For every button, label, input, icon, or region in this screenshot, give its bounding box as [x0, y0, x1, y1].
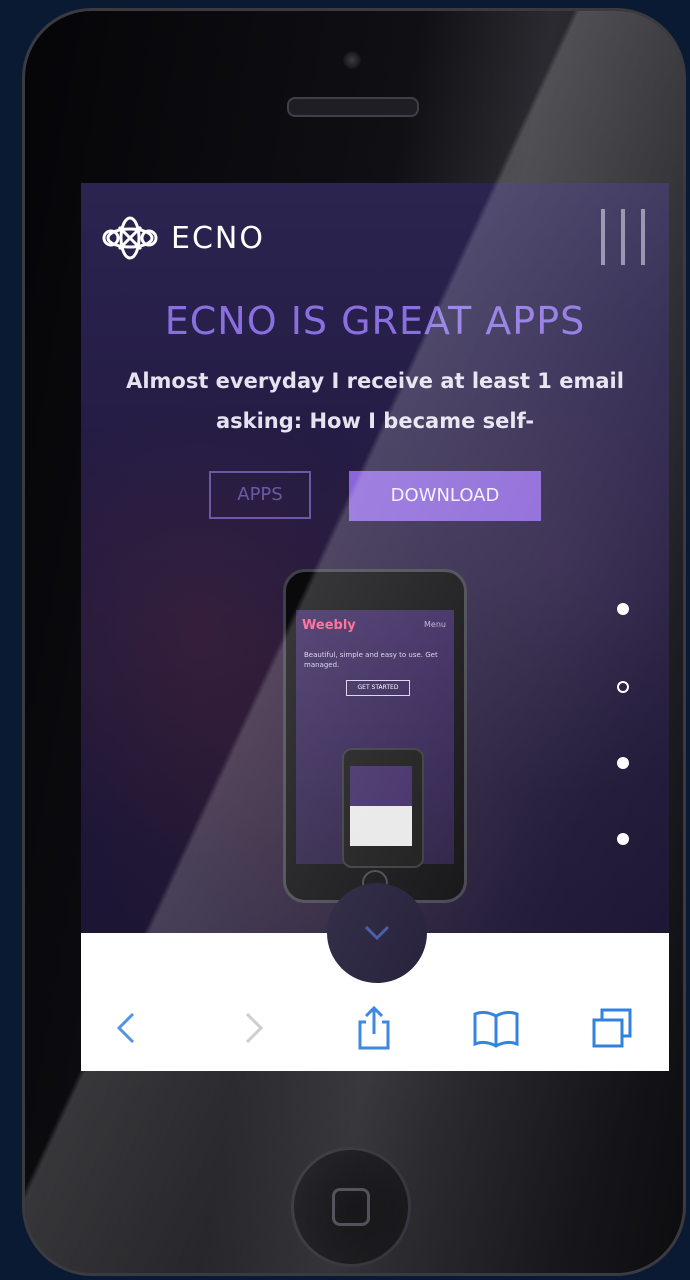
home-button[interactable] [291, 1147, 411, 1267]
nested-phone-image [342, 748, 424, 868]
earpiece-speaker [287, 97, 419, 117]
forward-icon[interactable] [229, 1003, 279, 1053]
hero-body: Almost everyday I receive at least 1 ema… [126, 369, 624, 433]
home-square-icon [332, 1188, 370, 1226]
apps-button[interactable]: APPS [209, 471, 311, 519]
knot-logo-icon [102, 216, 158, 260]
preview-menu: Menu [424, 620, 446, 629]
brand-logo[interactable]: ECNO [99, 213, 265, 263]
pagination-dot[interactable] [617, 757, 629, 769]
scroll-down-button[interactable] [327, 883, 427, 983]
phone-screen: ECNO ECNO IS GREAT APPS Almost everyday … [81, 183, 669, 1071]
pagination-dot[interactable] [617, 833, 629, 845]
download-button[interactable]: DOWNLOAD [349, 471, 541, 521]
nested-phone-screen [350, 766, 412, 846]
preview-button: GET STARTED [346, 680, 410, 696]
brand-name: ECNO [171, 220, 265, 256]
app-preview-phone: Weebly Menu Beautiful, simple and easy t… [283, 569, 467, 903]
preview-text: Beautiful, simple and easy to use. Get m… [304, 651, 438, 669]
tabs-icon[interactable] [587, 1003, 637, 1053]
pagination-dot[interactable] [617, 603, 629, 615]
front-camera [343, 51, 361, 69]
preview-brand: Weebly [302, 618, 356, 633]
phone-frame: ECNO ECNO IS GREAT APPS Almost everyday … [22, 8, 686, 1276]
bookmarks-icon[interactable] [471, 1003, 521, 1053]
back-icon[interactable] [101, 1003, 151, 1053]
share-icon[interactable] [349, 1003, 399, 1053]
pagination-dot-active[interactable] [617, 681, 629, 693]
hero-title: ECNO IS GREAT APPS [164, 299, 586, 343]
hamburger-menu-icon[interactable] [601, 209, 645, 265]
chevron-down-icon [364, 925, 390, 941]
app-preview-screen: Weebly Menu Beautiful, simple and easy t… [296, 610, 454, 868]
